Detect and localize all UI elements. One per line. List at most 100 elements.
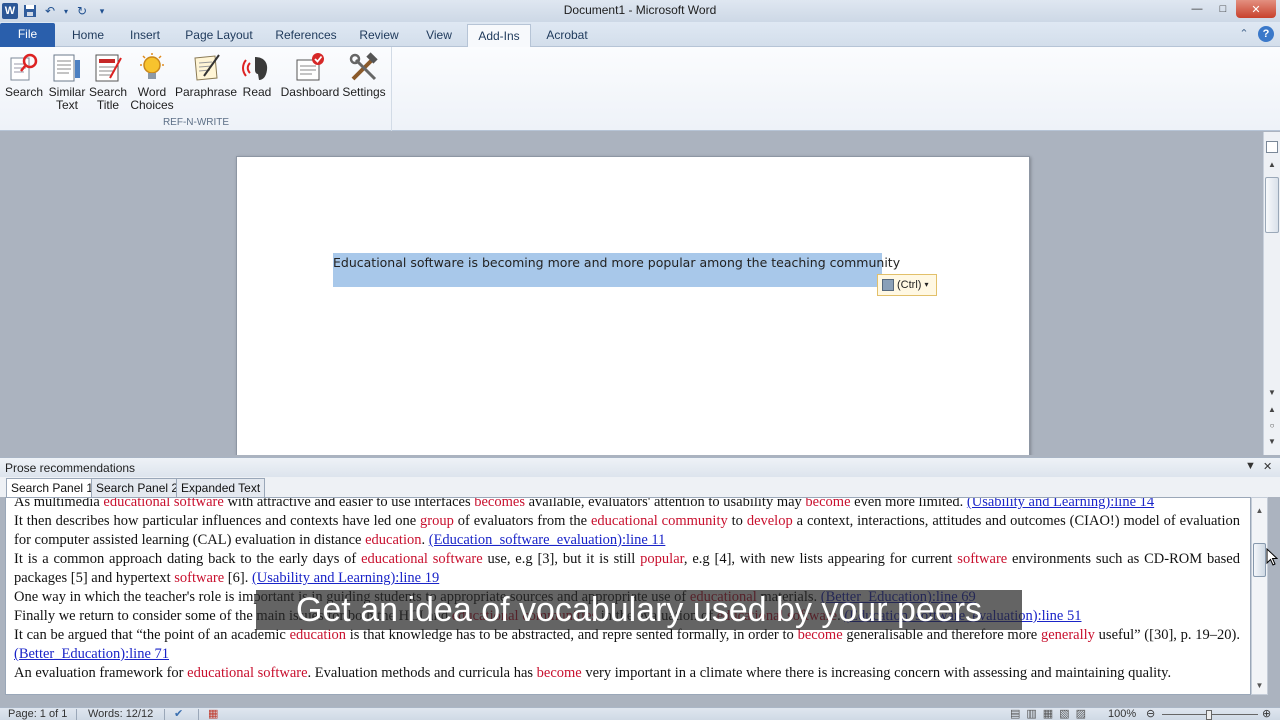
result-text: to <box>727 513 747 529</box>
page-count[interactable]: Page: 1 of 1 <box>8 708 67 720</box>
read-aloud-icon <box>240 51 274 85</box>
result-text: available, evaluators' attention to usab… <box>524 497 806 510</box>
similar-text-button[interactable]: Similar Text <box>47 51 87 112</box>
ribbon: Search Similar Text Search Title Word Ch… <box>0 47 1280 131</box>
keyword-match: software <box>957 551 1008 567</box>
previous-page-icon[interactable]: ▲ <box>1264 405 1280 419</box>
settings-button[interactable]: Settings <box>342 51 386 99</box>
keyword-match: educational software <box>187 665 308 681</box>
results-scroll-up-icon[interactable]: ▲ <box>1252 506 1267 515</box>
source-link[interactable]: (Usability and Learning):line 19 <box>252 570 439 586</box>
document-scrollbar[interactable]: ▲ ▼ ▲ ○ ▼ <box>1263 132 1280 455</box>
view-ruler-icon[interactable] <box>1266 141 1278 153</box>
results-scroll-thumb[interactable] <box>1253 543 1266 577</box>
result-item: An evaluation framework for educational … <box>14 664 1240 683</box>
video-caption: Get an idea of vocabulary used by your p… <box>256 590 1022 630</box>
result-text: of evaluators from the <box>453 513 591 529</box>
source-link[interactable]: (Usability and Learning):line 14 <box>967 498 1154 510</box>
word-choices-label: Word Choices <box>130 85 174 112</box>
settings-label: Settings <box>342 85 386 99</box>
dashboard-button[interactable]: Dashboard <box>279 51 341 99</box>
source-link[interactable]: (Better_Education):line 71 <box>14 646 169 662</box>
close-icon[interactable]: ✕ <box>1236 0 1276 18</box>
result-text: It can be argued that “the point of an a… <box>14 627 290 643</box>
title-bar: W ↶ ▾ ↻ ▾ Document1 - Microsoft Word — □… <box>0 0 1280 22</box>
result-text: useful” ([30], p. 19–20). <box>1094 627 1241 643</box>
search-label: Search <box>4 85 44 99</box>
dashboard-icon <box>293 51 327 85</box>
result-item: As multimedia educational software with … <box>14 497 1240 512</box>
keyword-match: become <box>805 497 851 510</box>
result-text: . <box>421 532 429 548</box>
results-scroll-down-icon[interactable]: ▼ <box>1252 681 1267 690</box>
panel-menu-icon[interactable]: ▼ <box>1245 460 1256 472</box>
result-text: very important in a climate where there … <box>581 665 1172 681</box>
result-text: even more limited. <box>850 497 967 510</box>
ribbon-group-ref-n-write: Search Similar Text Search Title Word Ch… <box>0 47 392 131</box>
word-choices-button[interactable]: Word Choices <box>130 51 174 112</box>
maximize-icon[interactable]: □ <box>1210 0 1236 18</box>
scrollbar-thumb[interactable] <box>1265 177 1279 233</box>
tab-insert[interactable]: Insert <box>125 24 165 47</box>
minimize-icon[interactable]: — <box>1184 0 1210 18</box>
zoom-out-icon[interactable]: ⊖ <box>1146 708 1155 720</box>
panel-tabs: Search Panel 1 Search Panel 2 Expanded T… <box>0 477 1280 498</box>
panel-close-icon[interactable]: ✕ <box>1263 460 1272 473</box>
tab-view[interactable]: View <box>420 24 458 47</box>
search-title-button[interactable]: Search Title <box>89 51 127 112</box>
paste-options-button[interactable]: (Ctrl) ▾ <box>877 274 937 296</box>
tab-acrobat[interactable]: Acrobat <box>540 24 594 47</box>
tab-add-ins[interactable]: Add-Ins <box>467 24 531 48</box>
tab-search-panel-1[interactable]: Search Panel 1 <box>6 478 99 498</box>
zoom-slider-thumb[interactable] <box>1206 710 1212 720</box>
scroll-down-icon[interactable]: ▼ <box>1264 388 1280 400</box>
result-text: use, e.g [3], but it is still <box>482 551 641 567</box>
document-page[interactable]: Educational software is becoming more an… <box>236 156 1030 455</box>
keyword-match: education <box>365 532 422 548</box>
result-item: It can be argued that “the point of an a… <box>14 626 1240 664</box>
tab-page-layout[interactable]: Page Layout <box>183 24 255 47</box>
tab-search-panel-2[interactable]: Search Panel 2 <box>91 478 184 497</box>
search-title-icon <box>91 51 125 85</box>
paste-options-label: (Ctrl) <box>897 279 922 291</box>
proofing-icon[interactable]: ✔ <box>174 708 183 720</box>
zoom-level[interactable]: 100% <box>1108 708 1136 720</box>
result-text: It then describes how particular influen… <box>14 513 421 529</box>
document-area: Educational software is becoming more an… <box>0 132 1263 455</box>
tab-expanded-text[interactable]: Expanded Text <box>176 478 266 497</box>
help-icon[interactable]: ? <box>1258 26 1274 42</box>
select-browse-object-icon[interactable]: ○ <box>1264 421 1280 435</box>
results-scrollbar[interactable]: ▲ ▼ <box>1251 497 1268 695</box>
minimize-ribbon-icon[interactable]: ⌃ <box>1236 26 1252 42</box>
window-title: Document1 - Microsoft Word <box>563 3 717 17</box>
tab-home[interactable]: Home <box>68 24 108 47</box>
search-button[interactable]: Search <box>5 51 43 99</box>
tab-file[interactable]: File <box>0 23 55 47</box>
source-link[interactable]: (Education_software_evaluation):line 11 <box>429 532 666 548</box>
result-text: with attractive and easier to use interf… <box>223 497 475 510</box>
window-controls: — □ ✕ <box>1184 0 1276 18</box>
view-buttons-icon[interactable]: ▤▥▦▧▨ <box>1010 708 1092 720</box>
dashboard-label: Dashboard <box>280 85 340 99</box>
paraphrase-button[interactable]: Paraphrase <box>175 51 237 99</box>
scroll-up-icon[interactable]: ▲ <box>1264 160 1280 172</box>
document-text[interactable]: Educational software is becoming more an… <box>333 255 900 270</box>
zoom-in-icon[interactable]: ⊕ <box>1262 708 1271 720</box>
clipboard-icon <box>882 279 894 291</box>
chevron-down-icon: ▾ <box>924 280 929 289</box>
result-text: , e.g [4], with new lists appearing for … <box>683 551 958 567</box>
divider <box>198 709 199 720</box>
keyword-match: educational software <box>103 497 224 510</box>
read-button[interactable]: Read <box>240 51 274 99</box>
result-text: [6]. <box>224 570 252 586</box>
next-page-icon[interactable]: ▼ <box>1264 437 1280 451</box>
keyword-match: develop <box>746 513 793 529</box>
paraphrase-label: Paraphrase <box>174 85 238 99</box>
keyword-match: become <box>536 665 582 681</box>
tab-review[interactable]: Review <box>355 24 403 47</box>
tab-references[interactable]: References <box>272 24 340 47</box>
tools-icon <box>347 51 381 85</box>
keyword-match: educational software <box>361 551 483 567</box>
word-count[interactable]: Words: 12/12 <box>88 708 153 720</box>
macro-record-icon[interactable]: ▦ <box>208 708 218 720</box>
